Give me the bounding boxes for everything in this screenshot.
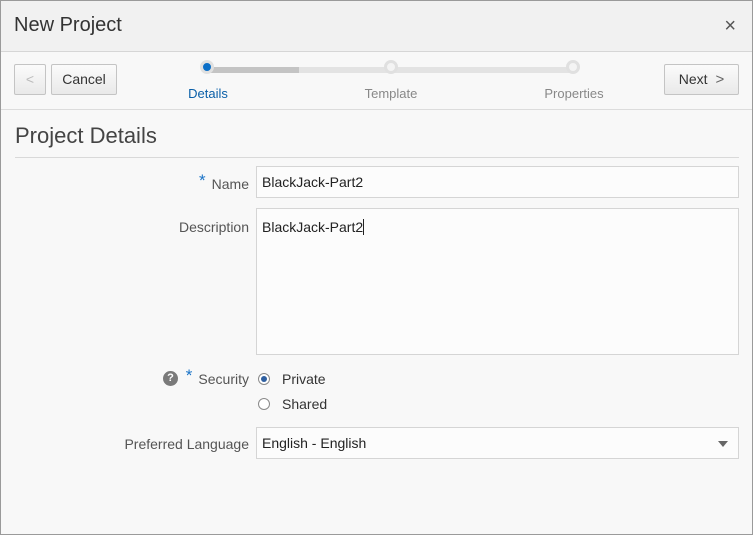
train-stop-template[interactable] <box>384 60 398 74</box>
close-icon[interactable]: × <box>724 16 736 36</box>
text-caret <box>363 219 365 235</box>
name-input[interactable]: BlackJack-Part2 <box>256 166 739 198</box>
language-select-value: English - English <box>262 435 367 451</box>
name-label: Name <box>211 176 249 192</box>
description-textarea[interactable]: BlackJack-Part2 <box>256 208 739 355</box>
train-stop-details[interactable] <box>200 60 214 74</box>
chevron-left-icon: < <box>25 71 35 87</box>
train-stop-properties[interactable] <box>566 60 580 74</box>
train-remaining-segment <box>299 67 573 73</box>
train-label-template[interactable]: Template <box>341 86 441 101</box>
shared-radio-label[interactable]: Shared <box>282 396 327 412</box>
security-label-row: * Security <box>184 366 249 389</box>
private-radio[interactable] <box>258 373 270 385</box>
help-icon[interactable]: ? <box>163 371 178 386</box>
next-button-label: Next <box>678 71 708 87</box>
new-project-dialog: New Project × < Cancel Details Template … <box>0 0 753 535</box>
chevron-right-icon: > <box>715 71 725 88</box>
name-label-row: * Name <box>121 171 249 194</box>
step-train-bar: < Cancel Details Template Properties Nex… <box>1 52 752 110</box>
chevron-down-icon <box>718 441 728 447</box>
description-label: Description <box>178 219 249 235</box>
shared-radio[interactable] <box>258 398 270 410</box>
security-label: Security <box>198 371 249 387</box>
next-button[interactable]: Next > <box>664 64 739 95</box>
required-mark: * <box>199 171 206 190</box>
section-divider <box>15 157 739 158</box>
dialog-title: New Project <box>14 14 122 36</box>
cancel-button[interactable]: Cancel <box>51 64 117 95</box>
description-text: BlackJack-Part2 <box>262 219 364 235</box>
required-mark: * <box>185 366 193 385</box>
language-select[interactable]: English - English <box>256 427 739 459</box>
dialog-titlebar: New Project × <box>1 1 752 52</box>
train-progress-segment <box>207 67 299 73</box>
language-label: Preferred Language <box>124 436 249 452</box>
back-button[interactable]: < <box>14 64 46 95</box>
section-title: Project Details <box>15 123 157 148</box>
train-label-properties[interactable]: Properties <box>524 86 624 101</box>
train-label-details[interactable]: Details <box>158 86 258 101</box>
private-radio-label[interactable]: Private <box>282 371 326 387</box>
